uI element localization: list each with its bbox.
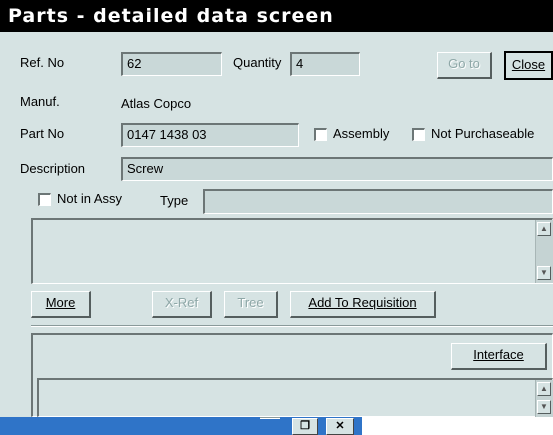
not-in-assy-label: Not in Assy [57,191,123,206]
more-button-label: More [45,295,76,310]
tree-button[interactable]: Tree [224,291,278,318]
quantity-label: Quantity [233,55,282,70]
taskbar-blank-area [362,417,553,435]
arrow-up-icon[interactable]: ▲ [537,382,551,396]
not-purchaseable-label: Not Purchaseable [431,126,535,141]
description-field[interactable]: Screw [121,157,553,181]
assembly-checkbox[interactable] [314,128,327,141]
go-to-button[interactable]: Go to [437,52,492,79]
notes-panel[interactable] [31,218,553,284]
not-in-assy-checkbox[interactable] [38,193,51,206]
ref-no-label: Ref. No [20,55,65,70]
not-purchaseable-checkbox[interactable] [412,128,425,141]
close-icon[interactable]: ✕ [326,418,354,435]
assembly-label: Assembly [333,126,390,141]
manufacturer-label: Manuf. [20,94,60,109]
window-title: Parts - detailed data screen [0,0,553,32]
section-divider [31,325,553,327]
minimize-icon[interactable] [260,417,280,419]
arrow-up-icon[interactable]: ▲ [537,222,551,236]
type-label: Type [160,193,189,208]
description-label: Description [20,161,86,176]
add-to-requisition-button[interactable]: Add To Requisition [290,291,436,318]
manufacturer-value: Atlas Copco [121,96,192,111]
interface-button-label: Interface [473,347,524,362]
parts-window: Parts - detailed data screen Ref. No 62 … [0,0,553,435]
part-no-label: Part No [20,126,65,141]
add-to-requisition-label: Add To Requisition [308,295,417,310]
close-button[interactable]: Close [504,51,553,80]
ref-no-field[interactable]: 62 [121,52,222,76]
arrow-down-icon[interactable]: ▼ [537,266,551,280]
arrow-down-icon[interactable]: ▼ [537,400,551,414]
more-button[interactable]: More [31,291,91,318]
type-field[interactable] [203,189,553,214]
interface-list[interactable] [37,378,553,417]
close-button-label: Close [511,57,546,72]
part-no-field[interactable]: 0147 1438 03 [121,123,299,147]
x-ref-button[interactable]: X-Ref [152,291,212,318]
interface-button[interactable]: Interface [451,343,547,370]
restore-icon[interactable]: ❐ [292,418,318,435]
quantity-field[interactable]: 4 [290,52,360,76]
